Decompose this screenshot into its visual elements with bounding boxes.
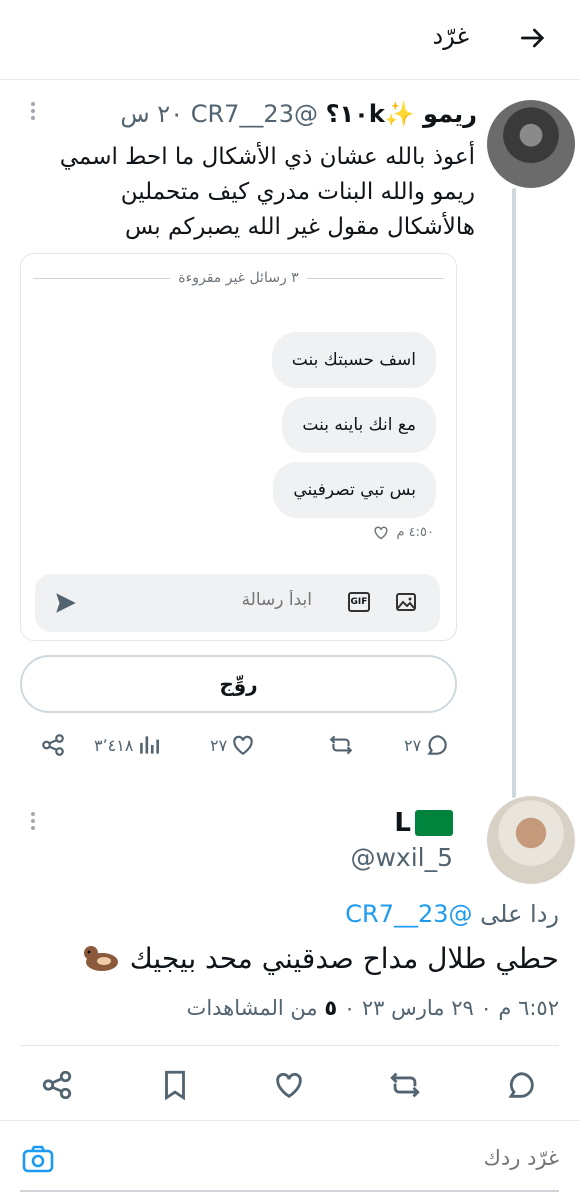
reply-icon — [427, 735, 447, 755]
author-name-text: L — [394, 808, 411, 838]
dm-screenshot-card[interactable]: ٣ رسائل غير مقروءة اسف حسبتك بنت مع انك … — [20, 253, 457, 641]
replies-count: ٢٧ — [404, 735, 422, 755]
image-icon[interactable] — [394, 590, 418, 614]
arrow-right-icon[interactable] — [517, 22, 549, 54]
share-button[interactable] — [40, 730, 66, 760]
message-bubble: بس تبي تصرفيني — [273, 462, 436, 518]
otter-emoji-icon — [83, 946, 118, 971]
more-options-icon[interactable] — [30, 100, 36, 122]
heart-icon[interactable] — [272, 1068, 306, 1102]
tweet-text: أعوذ بالله عشان ذي الأشكال ما احط اسمي ر… — [59, 144, 475, 240]
saudi-flag-icon — [415, 810, 453, 836]
views-count: ٥ — [324, 996, 338, 1020]
bookmark-icon[interactable] — [158, 1068, 192, 1102]
message-bubble: مع انك باينه بنت — [282, 397, 436, 453]
views-count: ٣٬٤١٨ — [94, 735, 134, 755]
like-button[interactable]: ٢٧ — [210, 730, 256, 760]
page-title: غرّد — [432, 22, 469, 50]
message-composer: GIF — [35, 574, 440, 632]
likes-count: ٢٧ — [210, 735, 228, 755]
replying-to: ردا على @CR7__23 — [345, 900, 559, 928]
author-name[interactable]: ريمو ✨١٠k؟ — [326, 100, 477, 128]
input-underline — [20, 1190, 559, 1192]
top-bar: غرّد — [0, 0, 579, 80]
retweet-icon — [329, 735, 353, 755]
divider — [20, 1045, 559, 1046]
tweet-body: حطي طلال مداح صدقيني محد بيجيك — [129, 941, 559, 975]
gif-icon[interactable]: GIF — [348, 592, 370, 612]
avatar[interactable] — [487, 796, 575, 884]
reply-icon[interactable] — [504, 1068, 538, 1102]
unread-divider: ٣ رسائل غير مقروءة — [33, 266, 444, 290]
heart-icon — [233, 735, 253, 755]
replying-prefix: ردا على — [480, 900, 559, 928]
tweet-time: ٢٠ س — [120, 100, 184, 128]
replying-mention[interactable]: @CR7__23 — [345, 900, 472, 928]
retweet-icon[interactable] — [388, 1068, 422, 1102]
views-button[interactable]: ٣٬٤١٨ — [94, 730, 162, 760]
more-options-icon[interactable] — [30, 810, 36, 832]
message-meta: ٤:٥٠ م — [372, 524, 434, 540]
avatar[interactable] — [487, 100, 575, 188]
divider — [0, 1120, 579, 1121]
promote-button[interactable]: روِّج — [20, 655, 457, 713]
share-icon — [42, 734, 64, 756]
tweet-timestamp: ٦:٥٢ م ٠ ٢٩ مارس ٢٣ ٠ — [343, 996, 559, 1020]
send-icon[interactable] — [53, 590, 79, 616]
tweet-header: ريمو ✨١٠k؟ @CR7__23 ٢٠ س — [120, 100, 477, 128]
message-bubble: اسف حسبتك بنت — [271, 332, 436, 388]
reply-button[interactable]: ٢٧ — [404, 730, 450, 760]
heart-plus-icon — [374, 526, 389, 540]
message-input[interactable] — [152, 590, 312, 610]
author-handle[interactable]: @CR7__23 — [191, 100, 318, 128]
author-name[interactable]: L — [394, 808, 453, 838]
reply-input[interactable] — [259, 1146, 559, 1170]
tweet-meta: ٦:٥٢ م ٠ ٢٩ مارس ٢٣ ٠ ٥ من المشاهدات — [187, 996, 559, 1020]
analytics-icon — [140, 736, 160, 754]
unread-label: ٣ رسائل غير مقروءة — [178, 270, 299, 286]
author-handle[interactable]: @wxil_5 — [350, 843, 453, 872]
retweet-button[interactable] — [328, 730, 354, 760]
share-icon[interactable] — [40, 1068, 74, 1102]
thread-connector — [512, 188, 516, 798]
message-time: ٤:٥٠ م — [396, 524, 434, 540]
views-label: من المشاهدات — [186, 996, 318, 1020]
tweet-text: حطي طلال مداح صدقيني محد بيجيك — [82, 940, 559, 976]
camera-icon[interactable] — [22, 1144, 54, 1174]
